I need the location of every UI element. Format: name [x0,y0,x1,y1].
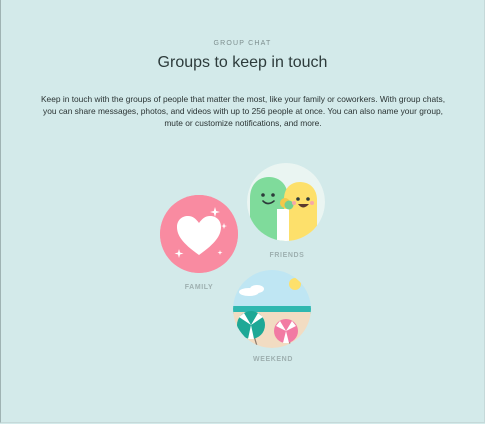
beach-umbrellas-icon [233,270,311,348]
page-title: Groups to keep in touch [157,54,328,71]
weekend-label: WEEKEND [253,356,293,363]
friends-faces-icon [247,163,325,241]
heart-icon [160,195,238,273]
weekend-group-illustration [233,270,311,348]
friends-group-illustration [247,163,325,241]
feature-description: Keep in touch with the groups of people … [40,94,446,129]
section-eyebrow: GROUP CHAT [213,40,272,47]
family-label: FAMILY [184,284,214,291]
friends-label: FRIENDS [269,252,305,259]
family-group-illustration [160,195,238,273]
